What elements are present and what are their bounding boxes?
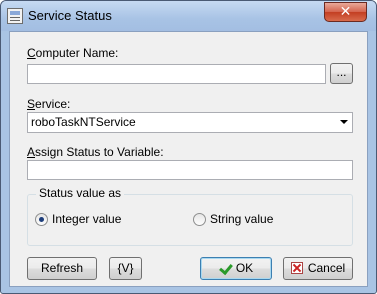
dropdown-arrow-icon <box>340 120 348 124</box>
service-selected-value: roboTaskNTService <box>31 115 136 129</box>
integer-value-label[interactable]: Integer value <box>52 212 121 226</box>
close-button[interactable]: ✕ <box>324 2 367 22</box>
browse-computer-button[interactable]: ... <box>330 63 353 84</box>
window-icon <box>7 8 23 24</box>
status-value-legend: Status value as <box>36 186 125 200</box>
insert-variable-button[interactable]: {V} <box>109 257 142 280</box>
dialog-body: Computer Name: ... Service: roboTaskNTSe… <box>9 31 368 287</box>
computer-name-label: Computer Name: <box>27 46 119 60</box>
integer-value-radio[interactable] <box>35 213 48 226</box>
string-value-label[interactable]: String value <box>210 212 273 226</box>
service-status-dialog: Service Status ✕ Computer Name: ... Serv… <box>0 0 377 294</box>
assign-variable-label: Assign Status to Variable: <box>27 145 164 159</box>
refresh-button[interactable]: Refresh <box>27 257 97 280</box>
radio-selected-dot <box>39 217 44 222</box>
string-value-radio[interactable] <box>193 213 206 226</box>
title-bar[interactable]: Service Status ✕ <box>1 1 376 31</box>
cancel-button[interactable]: Cancel <box>283 257 353 280</box>
ok-button[interactable]: OK <box>200 257 272 280</box>
service-label: Service: <box>27 97 71 111</box>
window-title: Service Status <box>28 8 112 23</box>
assign-variable-input[interactable] <box>27 160 353 180</box>
cancel-x-icon <box>290 262 303 274</box>
service-select[interactable]: roboTaskNTService <box>27 112 353 133</box>
computer-name-input[interactable] <box>27 64 326 84</box>
close-icon: ✕ <box>339 3 352 19</box>
checkmark-icon <box>219 262 231 274</box>
